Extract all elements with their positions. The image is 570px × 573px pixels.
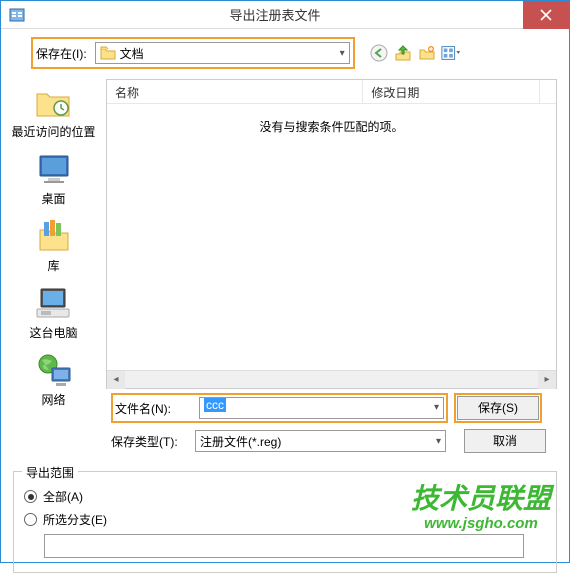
bottom-form: 文件名(N): ccc ▾ 保存(S) 保存类型(T): 注册文件(*.reg)… [1, 389, 569, 463]
sidebar-item-recent[interactable]: 最近访问的位置 [11, 83, 95, 140]
export-registry-dialog: 导出注册表文件 保存在(I): 文档 ▾ [0, 0, 570, 563]
view-menu-button[interactable] [441, 43, 461, 63]
sidebar-item-library[interactable]: 库 [34, 217, 74, 274]
export-range-group: 导出范围 全部(A) 所选分支(E) [13, 471, 557, 573]
titlebar: 导出注册表文件 [1, 1, 569, 29]
branch-path-input[interactable] [44, 534, 524, 558]
sidebar-label: 这台电脑 [29, 324, 77, 341]
file-list-header: 名称 修改日期 [107, 80, 556, 104]
app-icon [7, 5, 27, 25]
scroll-left-icon[interactable]: ◂ [107, 371, 125, 389]
radio-all[interactable] [24, 490, 37, 503]
scroll-right-icon[interactable]: ▸ [538, 371, 556, 389]
newfolder-icon [418, 44, 436, 62]
filename-label: 文件名(N): [115, 400, 193, 417]
up-icon [394, 44, 412, 62]
savein-label: 保存在(I): [36, 45, 87, 62]
sidebar-item-computer[interactable]: 这台电脑 [29, 284, 77, 341]
main-area: 最近访问的位置 桌面 库 这台电脑 [1, 79, 569, 389]
savein-dropdown[interactable]: 文档 ▾ [95, 42, 350, 64]
chevron-down-icon: ▾ [340, 48, 345, 59]
filename-value: ccc [204, 398, 226, 412]
sidebar-item-desktop[interactable]: 桌面 [34, 150, 74, 207]
radio-branch-row[interactable]: 所选分支(E) [24, 511, 546, 528]
window-title: 导出注册表文件 [27, 5, 523, 24]
folder-icon [100, 46, 116, 60]
savein-highlight: 保存在(I): 文档 ▾ [31, 37, 355, 69]
desktop-icon [34, 150, 74, 188]
close-button[interactable] [523, 1, 569, 29]
savein-row: 保存在(I): 文档 ▾ [1, 29, 569, 79]
filetype-label: 保存类型(T): [111, 433, 189, 450]
up-button[interactable] [393, 43, 413, 63]
computer-icon [33, 284, 73, 322]
filetype-dropdown[interactable]: 注册文件(*.reg) ▾ [195, 430, 446, 452]
save-button-highlight: 保存(S) [454, 393, 542, 423]
filename-input[interactable]: ccc ▾ [199, 397, 444, 419]
column-name[interactable]: 名称 [107, 80, 363, 103]
filetype-row: 保存类型(T): 注册文件(*.reg) ▾ 取消 [111, 429, 557, 453]
back-icon [370, 44, 388, 62]
sidebar-label: 最近访问的位置 [11, 123, 95, 140]
save-button[interactable]: 保存(S) [457, 396, 539, 420]
cancel-button[interactable]: 取消 [464, 429, 546, 453]
library-icon [34, 217, 74, 255]
close-icon [540, 9, 552, 21]
sidebar-label: 库 [47, 257, 59, 274]
sidebar-label: 桌面 [41, 190, 65, 207]
recent-icon [33, 83, 73, 121]
newfolder-button[interactable] [417, 43, 437, 63]
sidebar-label: 网络 [41, 391, 65, 408]
radio-branch-label: 所选分支(E) [43, 511, 107, 528]
filename-row: 文件名(N): ccc ▾ 保存(S) [111, 393, 557, 423]
nav-icons [369, 43, 461, 63]
chevron-down-icon: ▾ [434, 402, 439, 413]
chevron-down-icon: ▾ [436, 436, 441, 447]
filename-highlight: 文件名(N): ccc ▾ [111, 393, 448, 423]
radio-all-label: 全部(A) [43, 488, 83, 505]
places-sidebar: 最近访问的位置 桌面 库 这台电脑 [1, 79, 106, 389]
empty-message: 没有与搜索条件匹配的项。 [107, 104, 556, 135]
network-icon [34, 351, 74, 389]
view-icon [441, 44, 461, 62]
horizontal-scrollbar[interactable]: ◂ ▸ [107, 370, 556, 388]
radio-branch[interactable] [24, 513, 37, 526]
column-date[interactable]: 修改日期 [363, 80, 540, 103]
radio-all-row[interactable]: 全部(A) [24, 488, 546, 505]
filetype-value: 注册文件(*.reg) [200, 433, 281, 450]
sidebar-item-network[interactable]: 网络 [34, 351, 74, 408]
group-title: 导出范围 [22, 464, 78, 481]
savein-value: 文档 [120, 45, 144, 62]
file-list: 名称 修改日期 没有与搜索条件匹配的项。 ◂ ▸ [106, 79, 557, 389]
column-spacer [540, 80, 556, 103]
back-button[interactable] [369, 43, 389, 63]
